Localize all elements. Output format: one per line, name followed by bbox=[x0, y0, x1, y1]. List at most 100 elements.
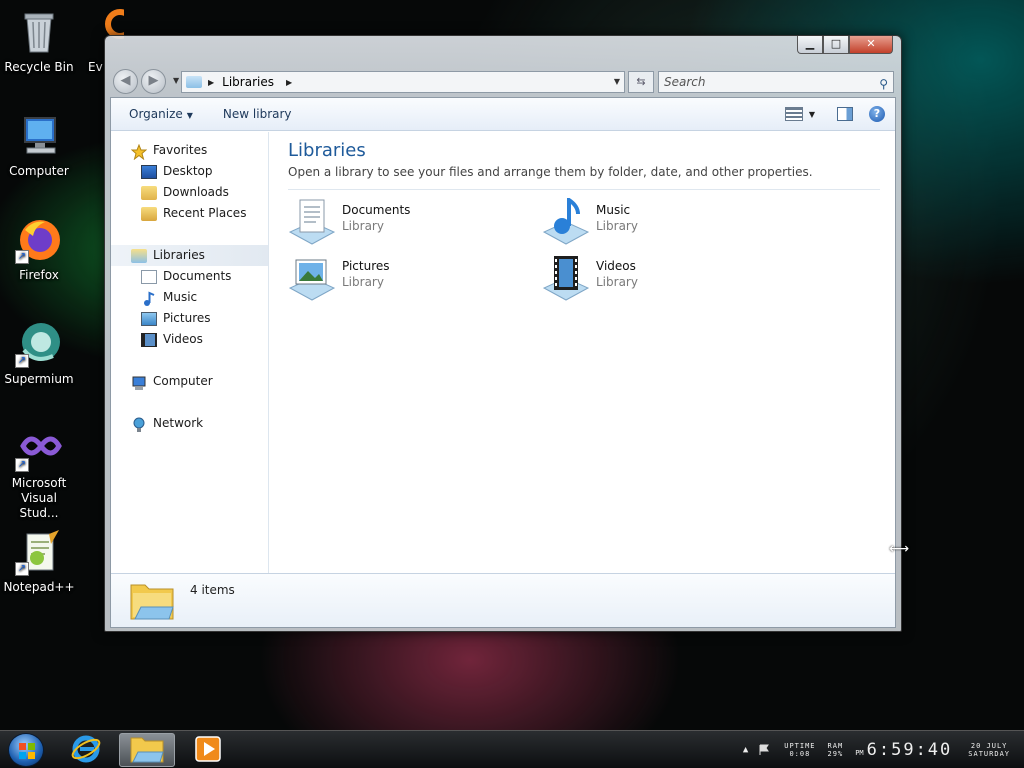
ram-gadget: RAM 29% bbox=[828, 742, 844, 758]
search-input[interactable]: Search ⚲ bbox=[658, 71, 894, 93]
breadcrumb-libraries[interactable]: Libraries bbox=[222, 75, 274, 89]
address-history-dropdown[interactable]: ▼ bbox=[614, 77, 620, 86]
clock-time[interactable]: 6:59:40 bbox=[867, 740, 953, 760]
page-description: Open a library to see your files and arr… bbox=[288, 165, 813, 179]
search-icon[interactable]: ⚲ bbox=[879, 74, 888, 94]
breadcrumb-expand-icon[interactable]: ▶ bbox=[286, 78, 292, 87]
minimize-button[interactable]: ▁ bbox=[797, 36, 823, 54]
nav-pictures[interactable]: Pictures bbox=[111, 308, 268, 329]
nav-computer[interactable]: Computer bbox=[111, 371, 268, 392]
view-options-dropdown[interactable]: ▼ bbox=[809, 110, 815, 119]
ram-label: RAM bbox=[827, 742, 844, 750]
library-music[interactable]: Music Library bbox=[542, 196, 772, 248]
shortcut-arrow-icon: ↗ bbox=[15, 354, 29, 368]
notepadpp-icon: ↗ bbox=[15, 528, 63, 576]
nav-videos[interactable]: Videos bbox=[111, 329, 268, 350]
recycle-bin-label: Recycle Bin bbox=[4, 60, 74, 74]
explorer-window[interactable]: ▁ □ ✕ ◀ ▶ ▼ ▶ Libraries ▶ ▼ ⇆ Search ⚲ O bbox=[104, 35, 902, 632]
music-library-icon bbox=[542, 196, 590, 246]
libraries-large-icon bbox=[129, 579, 175, 621]
desktop-icon-recycle-bin[interactable]: Recycle Bin bbox=[0, 8, 78, 75]
address-bar[interactable]: ▶ Libraries ▶ ▼ bbox=[181, 71, 625, 93]
firefox-icon: ↗ bbox=[15, 216, 63, 264]
start-button[interactable] bbox=[8, 733, 44, 767]
nav-recent-places[interactable]: Recent Places bbox=[111, 203, 268, 224]
search-placeholder: Search bbox=[664, 75, 706, 89]
command-bar-right: ▼ ? bbox=[784, 106, 885, 122]
desktop-icon-notepadpp[interactable]: ↗ Notepad++ bbox=[0, 528, 78, 595]
preview-pane-icon[interactable] bbox=[837, 107, 853, 121]
pictures-library-icon bbox=[288, 254, 336, 302]
downloads-folder-icon bbox=[141, 185, 157, 200]
desktop-icon-visual-studio[interactable]: ↗ Microsoft Visual Stud... bbox=[0, 424, 78, 521]
taskbar-windows-explorer[interactable] bbox=[119, 733, 175, 767]
computer-label: Computer bbox=[9, 164, 69, 178]
internet-explorer-icon bbox=[70, 733, 102, 768]
nav-documents[interactable]: Documents bbox=[111, 266, 268, 287]
nav-desktop[interactable]: Desktop bbox=[111, 161, 268, 182]
nav-libraries[interactable]: Libraries bbox=[111, 245, 268, 266]
taskbar-internet-explorer[interactable] bbox=[58, 733, 114, 767]
organize-label: Organize bbox=[129, 107, 183, 121]
windows-explorer-icon bbox=[130, 734, 164, 767]
change-view-icon[interactable] bbox=[784, 107, 803, 121]
new-library-button[interactable]: New library bbox=[223, 107, 292, 121]
library-music-name: Music bbox=[596, 203, 631, 217]
action-center-flag-icon[interactable] bbox=[758, 744, 770, 756]
close-button[interactable]: ✕ bbox=[849, 36, 893, 54]
libraries-folder-icon bbox=[186, 76, 202, 88]
refresh-button[interactable]: ⇆ bbox=[628, 71, 654, 93]
library-pictures-name: Pictures bbox=[342, 259, 390, 273]
nav-network-label: Network bbox=[153, 416, 204, 430]
shortcut-arrow-icon: ↗ bbox=[15, 458, 29, 472]
weekday-text: SATURDAY bbox=[968, 750, 1010, 758]
uptime-label: UPTIME bbox=[784, 742, 816, 750]
partial-icon-label: Ev bbox=[88, 60, 103, 74]
desktop-icon-firefox[interactable]: ↗ Firefox bbox=[0, 216, 78, 283]
help-icon[interactable]: ? bbox=[869, 106, 885, 122]
supermium-label: Supermium bbox=[4, 372, 74, 386]
caption-buttons: ▁ □ ✕ bbox=[797, 36, 893, 54]
nav-network[interactable]: Network bbox=[111, 413, 268, 434]
nav-desktop-label: Desktop bbox=[163, 164, 213, 178]
nav-downloads[interactable]: Downloads bbox=[111, 182, 268, 203]
star-icon bbox=[130, 143, 148, 160]
documents-library-icon bbox=[288, 198, 336, 246]
resize-cursor-icon: ⟷ bbox=[889, 541, 910, 557]
library-documents[interactable]: Documents Library bbox=[288, 198, 518, 248]
back-arrow-icon: ◀ bbox=[120, 73, 131, 88]
refresh-icon: ⇆ bbox=[636, 75, 646, 88]
system-tray: ▲ UPTIME 0:08 RAM 29% PM 6:59:40 20 JULY… bbox=[743, 731, 1016, 768]
ram-value: 29% bbox=[827, 750, 844, 758]
library-videos[interactable]: Videos Library bbox=[542, 254, 772, 304]
forward-button[interactable]: ▶ bbox=[141, 69, 166, 94]
desktop-icon bbox=[141, 164, 157, 179]
navigation-pane: Favorites Desktop Downloads Recent Place… bbox=[111, 132, 269, 575]
organize-button[interactable]: Organize ▼ bbox=[129, 107, 193, 121]
show-hidden-icons-button[interactable]: ▲ bbox=[743, 745, 748, 755]
computer-small-icon bbox=[131, 375, 147, 390]
taskbar-media-player[interactable] bbox=[180, 733, 236, 767]
libraries-icon bbox=[131, 248, 147, 263]
library-pictures[interactable]: Pictures Library bbox=[288, 254, 518, 304]
nav-libraries-label: Libraries bbox=[153, 248, 205, 262]
desktop-icon-supermium[interactable]: ↗ Supermium bbox=[0, 320, 78, 387]
navigation-bar: ◀ ▶ ▼ ▶ Libraries ▶ ▼ ⇆ Search ⚲ bbox=[113, 68, 894, 94]
uptime-value: 0:08 bbox=[789, 750, 811, 758]
nav-favorites[interactable]: Favorites bbox=[111, 140, 268, 161]
picture-icon bbox=[141, 311, 157, 326]
library-videos-name: Videos bbox=[596, 259, 636, 273]
recent-pages-dropdown[interactable]: ▼ bbox=[173, 76, 179, 85]
maximize-button[interactable]: □ bbox=[823, 36, 849, 54]
library-pictures-type: Library bbox=[342, 275, 384, 289]
date-display[interactable]: 20 JULY SATURDAY bbox=[968, 742, 1010, 758]
desktop-icon-computer[interactable]: Computer bbox=[0, 112, 78, 179]
visual-studio-label: Microsoft Visual Stud... bbox=[11, 476, 67, 520]
content-pane: Libraries Open a library to see your fil… bbox=[270, 132, 895, 575]
document-icon bbox=[141, 269, 157, 284]
supermium-icon: ↗ bbox=[15, 320, 63, 368]
back-button[interactable]: ◀ bbox=[113, 69, 138, 94]
nav-music[interactable]: Music bbox=[111, 287, 268, 308]
shortcut-arrow-icon: ↗ bbox=[15, 562, 29, 576]
breadcrumb-separator-icon[interactable]: ▶ bbox=[208, 78, 214, 87]
